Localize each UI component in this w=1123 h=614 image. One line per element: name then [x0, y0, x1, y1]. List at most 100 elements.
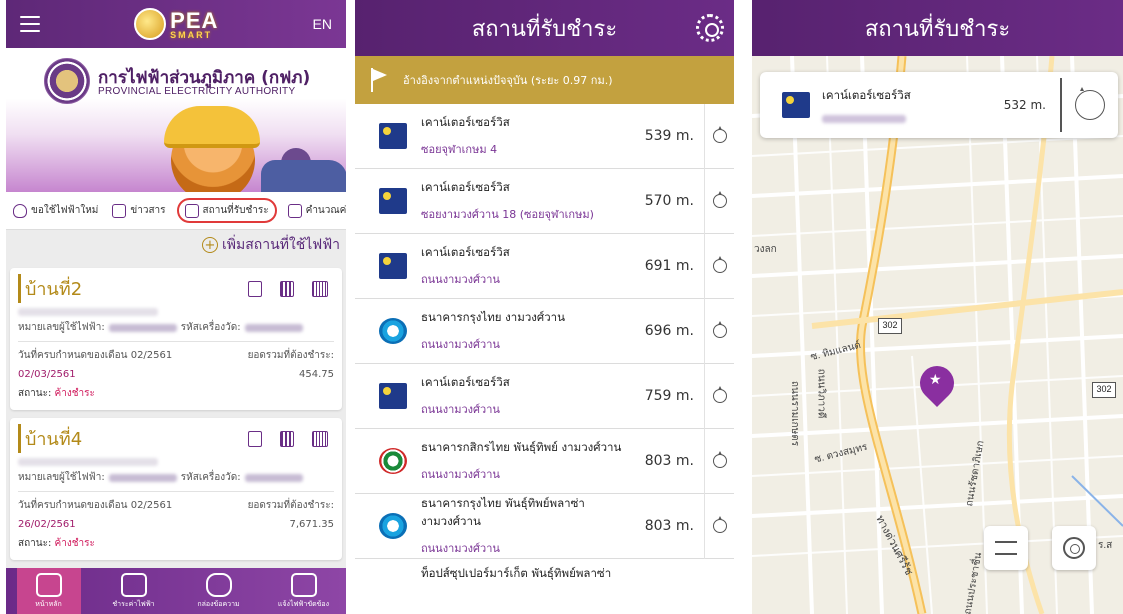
navigate-button[interactable]: [704, 363, 734, 429]
redacted-address: [18, 458, 158, 466]
navigate-button[interactable]: [704, 103, 734, 169]
selected-location-card[interactable]: เคาน์เตอร์เซอร์วิส 532 m.: [760, 72, 1118, 138]
navigate-button[interactable]: [704, 168, 734, 234]
compass-icon: [1075, 87, 1105, 120]
pea-smart-logo: PEA SMART: [134, 8, 218, 40]
navigate-button[interactable]: [704, 493, 734, 559]
menu-payment-locations[interactable]: สถานที่รับชำระ: [176, 198, 277, 223]
counter-service-logo-icon: [379, 188, 407, 214]
navigate-button[interactable]: [1060, 78, 1118, 132]
road-302-shield: 302: [1092, 382, 1116, 398]
navigate-button[interactable]: [704, 298, 734, 364]
nav-report-outage[interactable]: แจ้งไฟฟ้าขัดข้อง: [272, 572, 336, 610]
gear-icon[interactable]: [696, 14, 724, 42]
target-icon: [1063, 537, 1085, 559]
nav-label: หน้าหลัก: [35, 599, 62, 608]
map-view[interactable]: 302 302 วงลก ซ. ทิมแลนด์ ซ. ตวงสมุทร ถนน…: [752, 56, 1123, 614]
menu-new-service[interactable]: ขอใช้ไฟฟ้าใหม่: [10, 199, 101, 222]
language-toggle[interactable]: EN: [313, 16, 332, 32]
list-item[interactable]: เคาน์เตอร์เซอร์วิส ซอยจุฬาเกษม 4 539 m.: [355, 103, 734, 169]
item-address: ถนนงามวงศ์วาน: [421, 338, 500, 351]
list-item[interactable]: ธนาคารกรุงไทย พันธุ์ทิพย์พลาซ่า งามวงศ์ว…: [355, 493, 734, 559]
nav-label: กล่องข้อความ: [197, 599, 240, 608]
list-item[interactable]: ธนาคารกสิกรไทย พันธุ์ทิพย์ งามวงศ์วาน ถน…: [355, 428, 734, 494]
item-address: ซอยจุฬาเกษม 4: [421, 143, 498, 156]
item-name: ธนาคารกรุงไทย งามวงศ์วาน: [421, 310, 565, 324]
account-card[interactable]: บ้านที่4 หมายเลขผู้ใช้ไฟฟ้า: รหัสเครื่อง…: [10, 418, 342, 560]
item-name: ท็อปส์ซุปเปอร์มาร์เก็ต พันธุ์ทิพย์พลาซ่า: [421, 566, 612, 580]
menu-news[interactable]: ข่าวสาร: [109, 199, 168, 222]
add-place-button[interactable]: + เพิ่มสถานที่ใช้ไฟฟ้า: [6, 230, 346, 260]
pea-logo-icon: [134, 8, 167, 40]
map-header: สถานที่รับชำระ: [752, 0, 1123, 56]
due-date: 02/03/2561: [18, 369, 76, 380]
menu-icon[interactable]: [20, 16, 40, 32]
item-name: เคาน์เตอร์เซอร์วิส: [421, 375, 510, 389]
list-item[interactable]: เคาน์เตอร์เซอร์วิส ซอยงามวงศ์วาน 18 (ซอย…: [355, 168, 734, 234]
list-item[interactable]: ท็อปส์ซุปเปอร์มาร์เก็ต พันธุ์ทิพย์พลาซ่า: [355, 559, 734, 589]
item-distance: 759 m.: [644, 388, 694, 404]
status-badge: ค้างชำระ: [54, 388, 95, 399]
menu-label: คำนวณค่าไฟฟ้า: [305, 205, 346, 216]
list-item[interactable]: เคาน์เตอร์เซอร์วิส ถนนงามวงศ์วาน 759 m.: [355, 363, 734, 429]
map-label: วงลก: [754, 244, 777, 255]
pea-logo-text: PEA SMART: [170, 8, 218, 40]
location-reference-bar: อ้างอิงจากตำแหน่งปัจจุบัน (ระยะ 0.97 กม.…: [355, 56, 734, 104]
item-text: เคาน์เตอร์เซอร์วิส ซอยงามวงศ์วาน 18 (ซอย…: [421, 179, 632, 223]
account-card[interactable]: บ้านที่2 หมายเลขผู้ใช้ไฟฟ้า: รหัสเครื่อง…: [10, 268, 342, 410]
nav-label: แจ้งไฟฟ้าขัดข้อง: [277, 599, 330, 608]
switch-view-button[interactable]: [984, 526, 1028, 570]
qr-code-icon[interactable]: [280, 280, 294, 297]
nav-home[interactable]: หน้าหลัก: [16, 568, 81, 614]
location-distance: 532 m.: [1003, 98, 1046, 112]
navigate-button[interactable]: [704, 428, 734, 494]
lightning-icon: [290, 572, 317, 597]
account-ids: หมายเลขผู้ใช้ไฟฟ้า: รหัสเครื่องวัด:: [18, 320, 334, 335]
page-title: สถานที่รับชำระ: [864, 16, 1011, 42]
item-name: ธนาคารกรุงไทย พันธุ์ทิพย์พลาซ่า งามวงศ์ว…: [421, 496, 585, 528]
menu-calculate-bill[interactable]: คำนวณค่าไฟฟ้า: [285, 199, 346, 222]
list-item[interactable]: เคาน์เตอร์เซอร์วิส ถนนงามวงศ์วาน 691 m.: [355, 233, 734, 299]
list-item[interactable]: ธนาคารกรุงไทย งามวงศ์วาน ถนนงามวงศ์วาน 6…: [355, 298, 734, 364]
road-302-shield: 302: [878, 318, 902, 334]
quick-menu: ขอใช้ไฟฟ้าใหม่ ข่าวสาร สถานที่รับชำระ คำ…: [6, 192, 346, 230]
barcode-icon[interactable]: [312, 430, 328, 447]
bill-icon[interactable]: [248, 430, 262, 447]
calculator-icon: [287, 203, 302, 218]
plus-icon: +: [202, 237, 218, 253]
barcode-icon[interactable]: [312, 280, 328, 297]
item-address: ถนนงามวงศ์วาน: [421, 542, 500, 555]
item-text: ธนาคารกรุงไทย พันธุ์ทิพย์พลาซ่า งามวงศ์ว…: [421, 495, 632, 557]
item-distance: 803 m.: [644, 453, 694, 469]
bill-icon[interactable]: [248, 280, 262, 297]
nav-pay-bill[interactable]: ชำระค่าไฟฟ้า: [102, 572, 166, 610]
item-distance: 570 m.: [644, 193, 694, 209]
kasikorn-bank-logo-icon: [379, 448, 407, 474]
redacted-address: [822, 115, 906, 123]
compass-icon: [712, 451, 727, 468]
mascot-hat-illustration: [164, 106, 260, 148]
total-label: ยอดรวมที่ต้องชำระ:: [247, 500, 334, 511]
compass-icon: [712, 126, 727, 143]
card-actions: [248, 280, 328, 297]
page-title: สถานที่รับชำระ: [471, 16, 618, 42]
menu-label: สถานที่รับชำระ: [202, 205, 269, 216]
card-header: บ้านที่4: [18, 424, 334, 453]
qr-code-icon[interactable]: [280, 430, 294, 447]
location-list: เคาน์เตอร์เซอร์วิส ซอยจุฬาเกษม 4 539 m. …: [355, 103, 734, 589]
item-distance: 696 m.: [644, 323, 694, 339]
swap-icon: [995, 541, 1017, 555]
counter-service-logo-icon: [379, 253, 407, 279]
logo-sub: SMART: [170, 30, 213, 40]
status-row: สถานะ: ค้างชำระ: [18, 536, 334, 551]
nav-inbox[interactable]: กล่องข้อความ: [187, 572, 251, 610]
my-location-button[interactable]: [1052, 526, 1096, 570]
map-label: ถนนวิภาวดี: [815, 368, 827, 419]
payment-locations-list-panel: สถานที่รับชำระ อ้างอิงจากตำแหน่งปัจจุบัน…: [355, 0, 734, 614]
status-badge: ค้างชำระ: [54, 538, 95, 549]
meter-label: รหัสเครื่องวัด:: [180, 322, 241, 333]
status-label: สถานะ:: [18, 538, 52, 549]
item-name: ธนาคารกสิกรไทย พันธุ์ทิพย์ งามวงศ์วาน: [421, 440, 622, 454]
navigate-button[interactable]: [704, 233, 734, 299]
item-text: เคาน์เตอร์เซอร์วิส ถนนงามวงศ์วาน: [421, 244, 632, 288]
